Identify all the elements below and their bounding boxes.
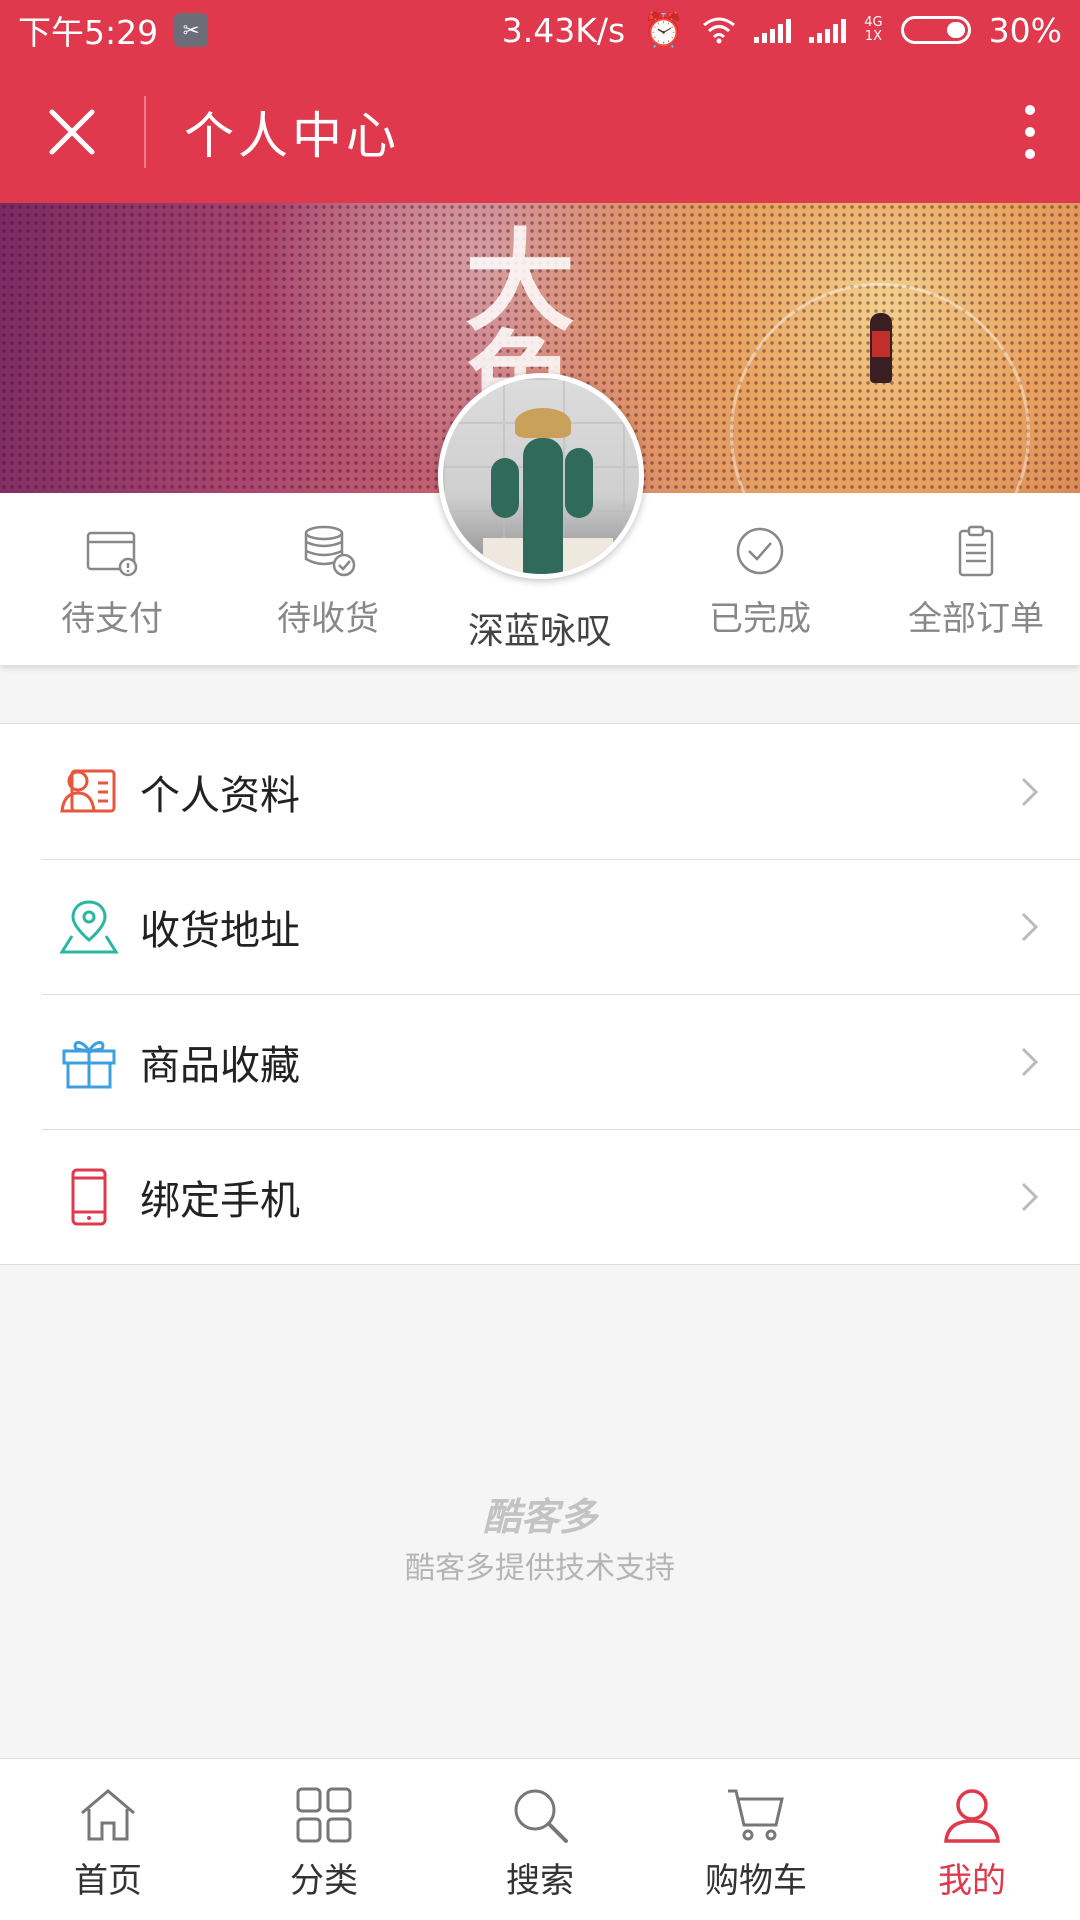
order-pending-payment[interactable]: 待支付 (4, 493, 220, 665)
banner-figure (870, 313, 892, 383)
menu-item-bind-phone[interactable]: 绑定手机 (0, 1129, 1080, 1264)
battery-icon (900, 16, 971, 44)
close-icon (49, 109, 95, 154)
status-time: 下午5:29 (18, 13, 159, 52)
order-label: 已完成 (709, 599, 811, 639)
menu-item-profile[interactable]: 个人资料 (0, 724, 1080, 859)
footer-text: 酷客多提供技术支持 (405, 1551, 675, 1586)
signal-icon-2 (809, 17, 847, 43)
order-label: 待收货 (277, 599, 379, 639)
wallet-alert-icon (86, 531, 138, 577)
menu-item-label: 个人资料 (140, 772, 300, 819)
title-bar: 个人中心 (0, 60, 1080, 203)
phone-icon (71, 1168, 107, 1225)
cart-icon (728, 1789, 784, 1841)
battery-percent: 30% (988, 10, 1062, 50)
nav-label: 首页 (74, 1861, 142, 1901)
more-menu-button[interactable] (980, 60, 1080, 203)
nav-label: 搜索 (506, 1861, 574, 1901)
gift-icon (62, 1040, 116, 1088)
nav-mine[interactable]: 我的 (864, 1759, 1080, 1920)
bottom-nav: 首页 分类 搜索 购物车 我的 (0, 1758, 1080, 1920)
close-button[interactable] (0, 60, 144, 203)
home-icon (81, 1789, 135, 1841)
alarm-icon: ⏰ (643, 10, 685, 49)
avatar[interactable] (438, 373, 644, 579)
signal-icon (754, 17, 792, 43)
profile-menu: 个人资料 收货地址 商品收藏 绑定手机 (0, 723, 1080, 1265)
nav-category[interactable]: 分类 (216, 1759, 432, 1920)
chevron-right-icon (1021, 1047, 1039, 1076)
user-icon (944, 1789, 1000, 1843)
nav-home[interactable]: 首页 (0, 1759, 216, 1920)
order-all[interactable]: 全部订单 (868, 493, 1080, 665)
chevron-right-icon (1021, 777, 1039, 806)
nav-cart[interactable]: 购物车 (648, 1759, 864, 1920)
footer-logo: 酷客多 (482, 1495, 597, 1539)
nav-label: 购物车 (705, 1861, 807, 1901)
notification-app-icon: ✂ (174, 13, 209, 47)
wifi-icon (703, 17, 736, 44)
menu-item-favorites[interactable]: 商品收藏 (0, 994, 1080, 1129)
profile-card-icon (60, 769, 116, 812)
menu-item-label: 商品收藏 (140, 1042, 300, 1089)
search-icon (514, 1789, 568, 1843)
menu-item-address[interactable]: 收货地址 (0, 859, 1080, 994)
check-circle-icon (736, 527, 784, 575)
nav-label: 分类 (290, 1861, 358, 1901)
map-pin-icon (59, 899, 119, 953)
order-label: 全部订单 (908, 599, 1044, 639)
clipboard-icon (958, 525, 994, 577)
status-bar: 下午5:29 ✂ 3.43K/s ⏰ 4G 1X 30% (0, 0, 1080, 60)
network-type: 4G 1X (864, 15, 883, 44)
user-nickname: 深蓝咏叹 (467, 611, 612, 652)
menu-item-label: 绑定手机 (140, 1177, 300, 1224)
nav-label: 我的 (938, 1861, 1006, 1901)
grid-icon (296, 1787, 352, 1843)
order-label: 待支付 (61, 599, 163, 639)
chevron-right-icon (1021, 912, 1039, 941)
title-divider (144, 95, 146, 168)
menu-item-label: 收货地址 (140, 907, 300, 954)
coins-check-icon (304, 525, 356, 577)
chevron-right-icon (1021, 1182, 1039, 1211)
nav-search[interactable]: 搜索 (432, 1759, 648, 1920)
net-speed: 3.43K/s (501, 10, 626, 50)
page-title: 个人中心 (184, 106, 400, 165)
